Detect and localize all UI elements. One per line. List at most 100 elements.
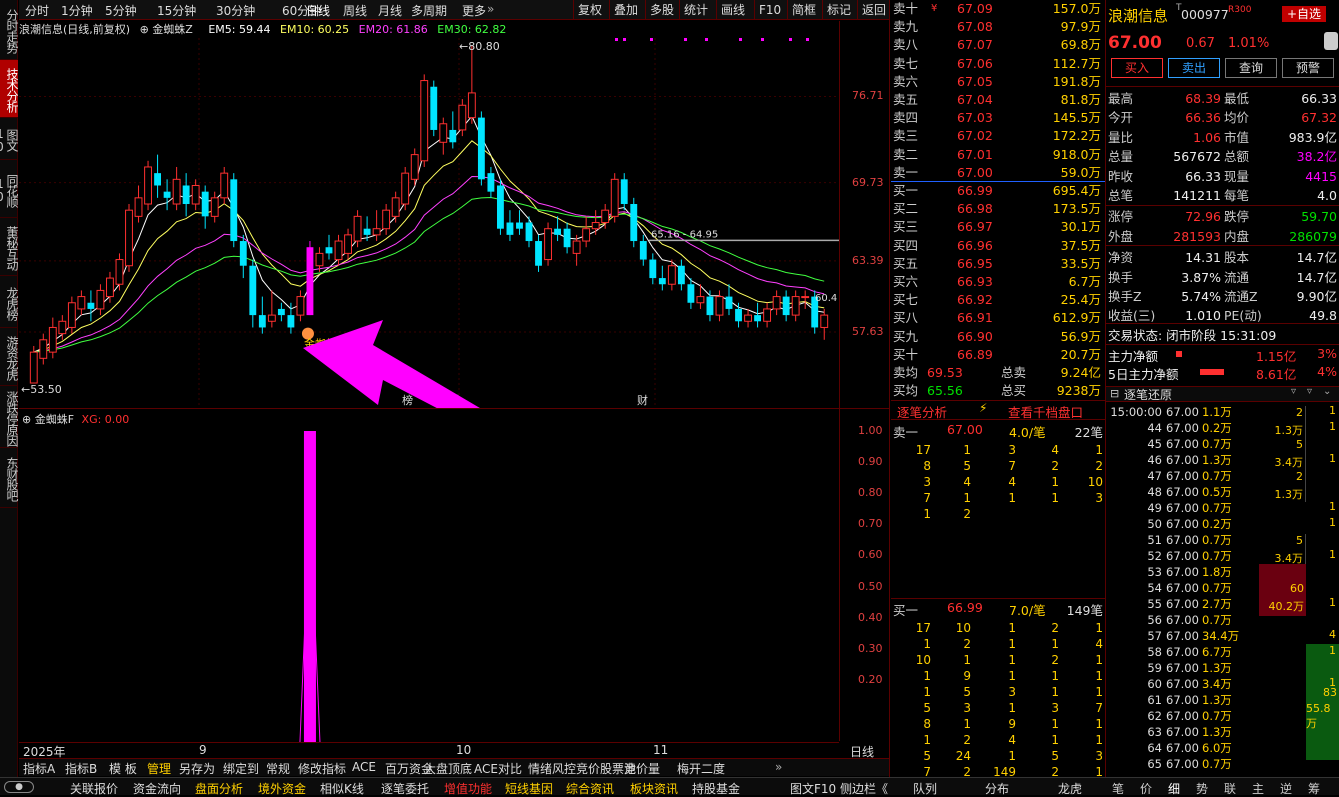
period-tab-7[interactable]: 周线 (343, 2, 367, 19)
indicator-tab-12[interactable]: 情绪风控 (528, 760, 576, 777)
indicator-tab-2[interactable]: 模 板 (109, 760, 137, 777)
ask-row[interactable]: 卖一 67.00 59.0万 (891, 164, 1105, 182)
period-tab-3[interactable]: 15分钟 (157, 2, 196, 19)
filter-icon[interactable]: ▿ (1307, 386, 1312, 397)
menu-icon[interactable]: ⊟ (1110, 387, 1119, 400)
tick-tab-5[interactable]: 主 (1252, 780, 1264, 797)
queue-tab-2[interactable]: 龙虎 (1058, 780, 1082, 797)
filter-icon[interactable]: ⌄ (1323, 386, 1331, 397)
more-tabs-icon[interactable]: » (775, 760, 782, 774)
left-tab-8[interactable]: 东财股吧 (0, 448, 19, 508)
status-link-8[interactable]: 综合资讯 (566, 780, 614, 797)
ask-row[interactable]: 卖四 67.03 145.5万 (891, 109, 1105, 127)
bid-row[interactable]: 买八 66.91 612.9万 (891, 309, 1105, 327)
left-tab-3[interactable]: 同花顺10 (0, 160, 19, 218)
status-link-6[interactable]: 增值功能 (444, 780, 492, 797)
left-tab-2[interactable]: 图文10 (0, 118, 19, 160)
candlestick-chart[interactable]: 65.16 - 64.95←80.80←53.5060.4金蜘蛛榜增财 (19, 38, 839, 408)
status-link-9[interactable]: 板块资讯 (630, 780, 678, 797)
ask-row[interactable]: 卖七 67.06 112.7万 (891, 55, 1105, 73)
bid-row[interactable]: 买九 66.90 56.9万 (891, 328, 1105, 346)
toggle-switch[interactable]: ● (4, 781, 34, 793)
indicator-tab-3[interactable]: 管理 (147, 760, 171, 777)
query-button[interactable]: 查询 (1225, 58, 1277, 78)
tick-tab-1[interactable]: 价 (1140, 780, 1152, 797)
buy-button[interactable]: 买入 (1111, 58, 1163, 78)
top-tool-8[interactable]: 返回 (857, 0, 890, 20)
sell-button[interactable]: 卖出 (1168, 58, 1220, 78)
left-tab-1[interactable]: 技术分析 (0, 60, 19, 118)
indicator-tab-0[interactable]: 指标A (23, 760, 55, 777)
indicator-tab-5[interactable]: 绑定到 (223, 760, 259, 777)
status-link-5[interactable]: 逐笔委托 (381, 780, 429, 797)
left-tab-7[interactable]: 涨跌停原因 (0, 386, 19, 448)
event-label[interactable]: 财 (637, 393, 648, 407)
ask-row[interactable]: 卖十 ¥67.09 157.0万 (891, 0, 1105, 18)
add-watchlist-button[interactable]: +自选 (1282, 6, 1327, 22)
ask-row[interactable]: 卖八 67.07 69.8万 (891, 36, 1105, 54)
status-link-0[interactable]: 关联报价 (70, 780, 118, 797)
top-tool-4[interactable]: 画线 (716, 0, 749, 20)
indicator-tab-8[interactable]: ACE (352, 760, 376, 774)
queue-tab-0[interactable]: 队列 (913, 780, 937, 797)
bid-row[interactable]: 买四 66.96 37.5万 (891, 237, 1105, 255)
indicator-tab-7[interactable]: 修改指标 (298, 760, 346, 777)
bid-row[interactable]: 买一 66.99 695.4万 (891, 182, 1105, 200)
status-link-3[interactable]: 境外资金 (258, 780, 306, 797)
bid-row[interactable]: 买六 66.93 6.7万 (891, 273, 1105, 291)
period-tab-2[interactable]: 5分钟 (105, 2, 137, 19)
status-link-11[interactable]: 图文F10 侧边栏《 (790, 780, 888, 797)
bid-row[interactable]: 买二 66.98 173.5万 (891, 200, 1105, 218)
indicator-tab-14[interactable]: 竞价量 (624, 760, 660, 777)
status-link-4[interactable]: 相似K线 (320, 780, 364, 797)
bid-row[interactable]: 买三 66.97 30.1万 (891, 218, 1105, 236)
tick-tab-2[interactable]: 细 (1168, 780, 1180, 797)
tab-tick-analysis[interactable]: 逐笔分析 (897, 402, 947, 421)
top-tool-1[interactable]: 叠加 (609, 0, 642, 20)
indicator-tab-4[interactable]: 另存为 (179, 760, 215, 777)
tick-tab-3[interactable]: 势 (1196, 780, 1208, 797)
period-tab-10[interactable]: 更多 (462, 2, 486, 19)
indicator-tab-10[interactable]: 大盘顶底 (424, 760, 472, 777)
tick-tab-7[interactable]: 筹 (1308, 780, 1320, 797)
status-link-7[interactable]: 短线基因 (505, 780, 553, 797)
queue-tab-1[interactable]: 分布 (985, 780, 1009, 797)
period-tab-0[interactable]: 分时 (25, 2, 49, 19)
period-tab-6[interactable]: 日线 (306, 2, 330, 19)
status-link-10[interactable]: 持股基金 (692, 780, 740, 797)
indicator-tab-1[interactable]: 指标B (65, 760, 97, 777)
status-link-1[interactable]: 资金流向 (133, 780, 181, 797)
left-tab-0[interactable]: 分时走势 (0, 0, 19, 60)
indicator-name[interactable]: ⊕ 金蜘蛛Z (140, 23, 199, 36)
top-tool-5[interactable]: F10 (754, 0, 785, 20)
top-tool-0[interactable]: 复权 (573, 0, 606, 20)
top-tool-3[interactable]: 统计 (679, 0, 712, 20)
period-tab-8[interactable]: 月线 (378, 2, 402, 19)
tick-tab-0[interactable]: 笔 (1112, 780, 1124, 797)
ask-row[interactable]: 卖五 67.04 81.8万 (891, 91, 1105, 109)
top-tool-2[interactable]: 多股 (645, 0, 678, 20)
scroll-handle[interactable] (1324, 32, 1338, 50)
left-tab-4[interactable]: 董秘互动 (0, 218, 19, 276)
filter-icon[interactable]: ▿ (1291, 386, 1296, 397)
bid-row[interactable]: 买五 66.95 33.5万 (891, 255, 1105, 273)
ask-row[interactable]: 卖二 67.01 918.0万 (891, 146, 1105, 164)
indicator-tab-11[interactable]: ACE对比 (474, 760, 522, 777)
alert-button[interactable]: 预警 (1282, 58, 1334, 78)
period-tab-9[interactable]: 多周期 (411, 2, 447, 19)
tick-tab-6[interactable]: 逆 (1280, 780, 1292, 797)
event-label[interactable]: 榜 (402, 393, 413, 407)
left-tab-6[interactable]: 游资龙虎 (0, 328, 19, 386)
bid-row[interactable]: 买十 66.89 20.7万 (891, 346, 1105, 364)
period-tab-4[interactable]: 30分钟 (216, 2, 255, 19)
ask-row[interactable]: 卖三 67.02 172.2万 (891, 127, 1105, 145)
top-tool-7[interactable]: 标记 (822, 0, 855, 20)
tick-tab-4[interactable]: 联 (1224, 780, 1236, 797)
ask-row[interactable]: 卖九 67.08 97.9万 (891, 18, 1105, 36)
signal-chart[interactable] (19, 425, 839, 743)
more-chevron-icon[interactable]: » (487, 2, 494, 16)
ask-row[interactable]: 卖六 67.05 191.8万 (891, 73, 1105, 91)
top-tool-6[interactable]: 简框 (787, 0, 820, 20)
bid-row[interactable]: 买七 66.92 25.4万 (891, 291, 1105, 309)
tab-depth[interactable]: 查看千档盘口 (1008, 402, 1083, 421)
